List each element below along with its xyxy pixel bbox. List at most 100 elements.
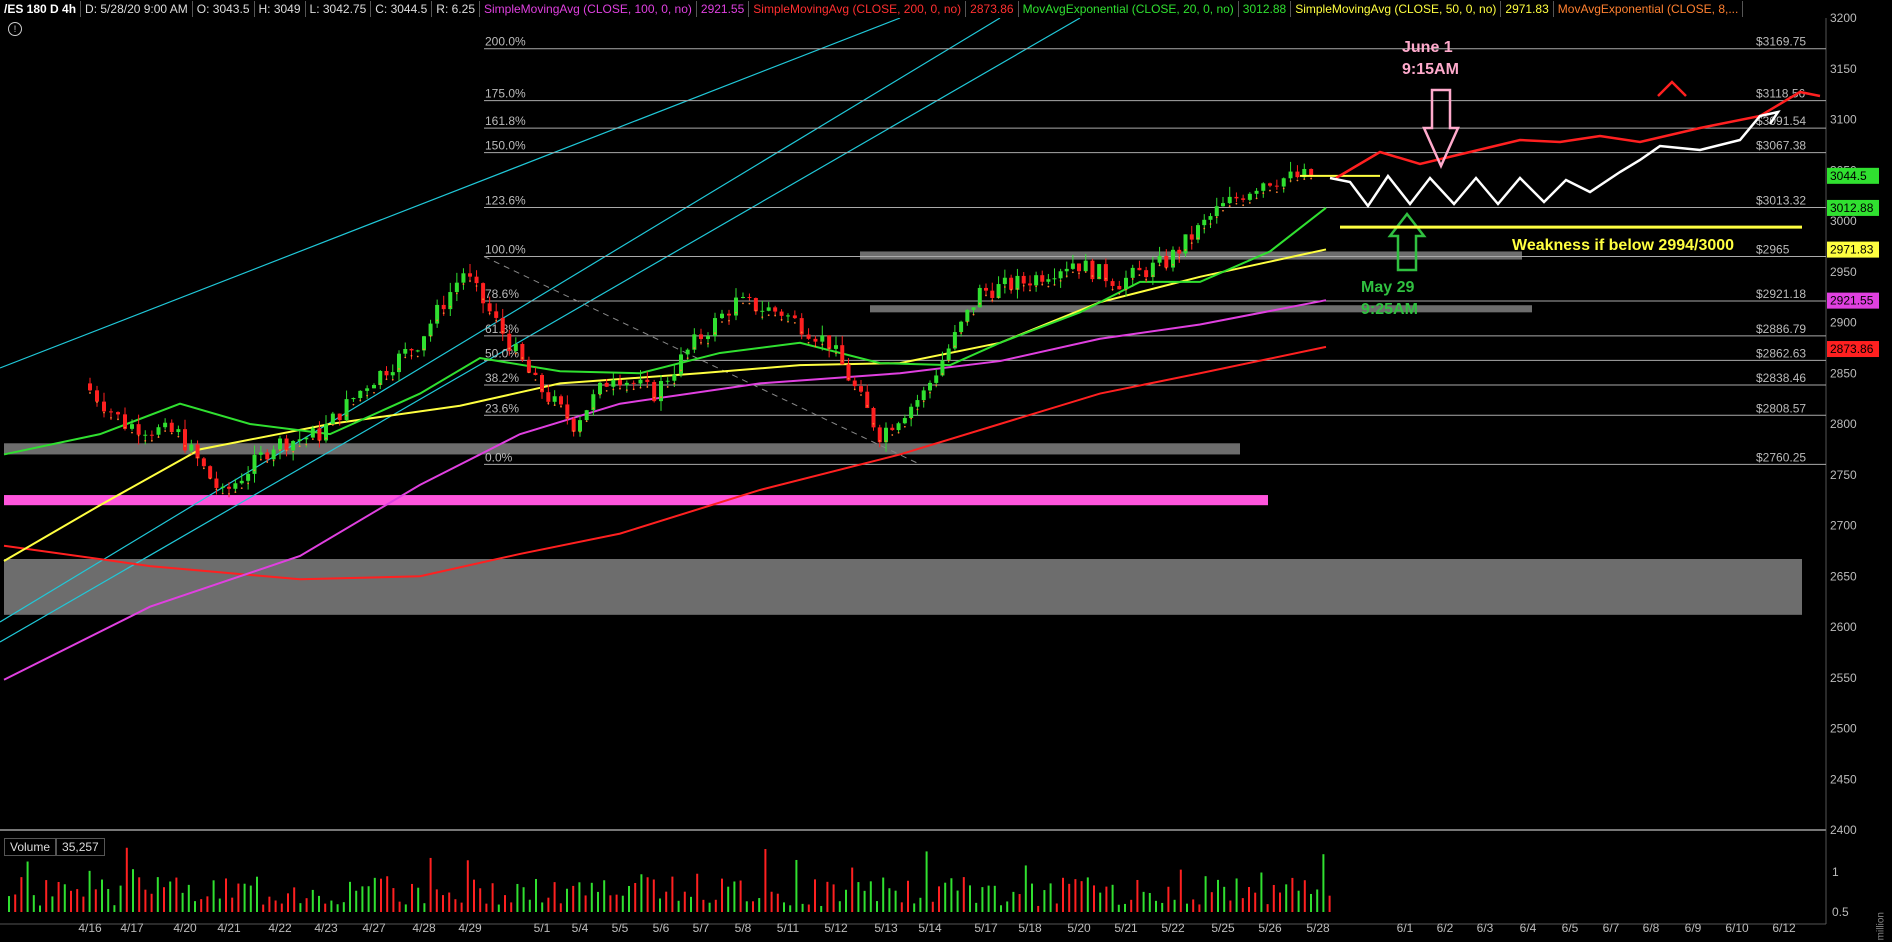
study-label[interactable]: SimpleMovingAvg (CLOSE, 100, 0, no) <box>480 1 697 17</box>
volume-bar <box>150 893 153 912</box>
volume-bar <box>88 870 91 912</box>
volume-bar <box>1055 903 1058 912</box>
candle-body <box>1227 196 1232 204</box>
candle-body <box>284 438 289 451</box>
volume-bar <box>1235 878 1238 912</box>
volume-bar <box>268 896 271 912</box>
candle-body <box>1009 277 1014 290</box>
ema8-dot <box>429 335 432 337</box>
volume-bar <box>733 881 736 912</box>
volume-bar <box>466 860 469 912</box>
candle-body <box>665 380 670 382</box>
volume-bar <box>789 905 792 912</box>
candle-body <box>1150 262 1155 278</box>
candle-body <box>403 348 408 354</box>
volume-bar <box>411 883 413 912</box>
ema20-line <box>3 207 1327 456</box>
ema8-dot <box>495 319 498 322</box>
candle-body <box>441 304 446 310</box>
volume-bar <box>460 902 463 912</box>
volume-bar <box>212 880 215 912</box>
study-label[interactable]: SimpleMovingAvg (CLOSE, 200, 0, no) <box>749 1 967 17</box>
candle-body <box>813 338 818 342</box>
ema8-dot <box>754 309 757 312</box>
candle-body <box>468 273 472 277</box>
price-chart[interactable]: 3200315031003050300029502900285028002750… <box>0 0 1892 942</box>
volume-bar <box>39 905 41 912</box>
y-tick-label: 3150 <box>1830 62 1857 76</box>
volume-bar <box>621 895 624 912</box>
ema8-dot <box>285 449 288 452</box>
candle-body <box>996 284 1001 298</box>
candle-body <box>422 336 426 351</box>
ema8-dot <box>991 299 994 302</box>
ema8-dot <box>1138 274 1141 277</box>
volume-title: Volume <box>4 838 57 856</box>
candle-body <box>679 354 683 375</box>
volume-bar <box>1080 881 1083 912</box>
candle-body <box>884 427 888 443</box>
y-tick-label: 3000 <box>1830 214 1857 228</box>
sma100-line <box>3 299 1327 681</box>
volume-bar <box>888 888 891 912</box>
ema8-dot <box>1111 288 1114 291</box>
ema8-dot <box>903 425 906 428</box>
volume-bar <box>553 882 556 912</box>
ema8-dot <box>897 431 900 434</box>
volume-bar <box>708 902 711 912</box>
volume-bar <box>597 891 599 912</box>
volume-bar <box>727 886 730 912</box>
volume-bar <box>51 896 54 912</box>
candle-body <box>123 414 127 429</box>
volume-bar <box>640 874 643 912</box>
candle-body <box>727 313 731 316</box>
sma50-line <box>3 248 1327 562</box>
info-icon[interactable]: ! <box>8 22 22 36</box>
candle-body <box>902 418 907 424</box>
volume-bar <box>1210 892 1213 912</box>
ema8-dot <box>1215 216 1218 219</box>
ema8-dot <box>929 391 931 394</box>
volume-bar <box>1173 899 1176 912</box>
candle-body <box>852 380 857 387</box>
ema8-dot <box>338 422 341 424</box>
study-label[interactable]: MovAvgExponential (CLOSE, 20, 0, no) <box>1019 1 1239 17</box>
candle-body <box>859 386 863 392</box>
ema8-dot <box>891 434 894 436</box>
candle-body <box>1295 171 1300 178</box>
symbol-label[interactable]: /ES 180 D 4h <box>0 1 82 17</box>
volume-bar <box>869 881 872 912</box>
ema8-dot <box>410 354 413 357</box>
ema8-dot <box>1104 277 1107 280</box>
x-tick-label: 5/20 <box>1067 921 1091 935</box>
candle-body <box>428 323 433 337</box>
ema8-dot <box>619 387 621 390</box>
volume-bar <box>752 901 754 912</box>
volume-bar <box>1148 892 1151 912</box>
study-label[interactable]: SimpleMovingAvg (CLOSE, 50, 0, no) <box>1291 1 1502 17</box>
volume-bar <box>652 879 655 912</box>
candle-body <box>624 382 629 386</box>
volume-bar <box>969 885 971 912</box>
y-tick-label: 3100 <box>1830 113 1857 127</box>
candle-body <box>779 311 784 316</box>
volume-bar <box>8 896 10 912</box>
ema8-dot <box>1190 242 1193 244</box>
volume-bar <box>814 879 816 912</box>
ema8-dot <box>110 416 112 419</box>
ema8-dot <box>442 312 445 315</box>
ema8-dot <box>1255 197 1258 200</box>
study-label[interactable]: MovAvgExponential (CLOSE, 8,... <box>1554 1 1744 17</box>
volume-bar <box>962 877 965 912</box>
ema8-dot <box>1172 263 1174 266</box>
y-tick-label: 2600 <box>1830 620 1857 634</box>
candle-body <box>1137 267 1142 271</box>
ema8-dot <box>1010 288 1013 291</box>
ema8-dot <box>646 386 649 388</box>
volume-bar <box>659 898 661 912</box>
volume-bar <box>380 878 382 912</box>
volume-bar <box>950 878 953 912</box>
volume-bar <box>398 901 401 912</box>
bar-open: O: 3043.5 <box>193 1 255 17</box>
volume-bar <box>1248 887 1250 912</box>
